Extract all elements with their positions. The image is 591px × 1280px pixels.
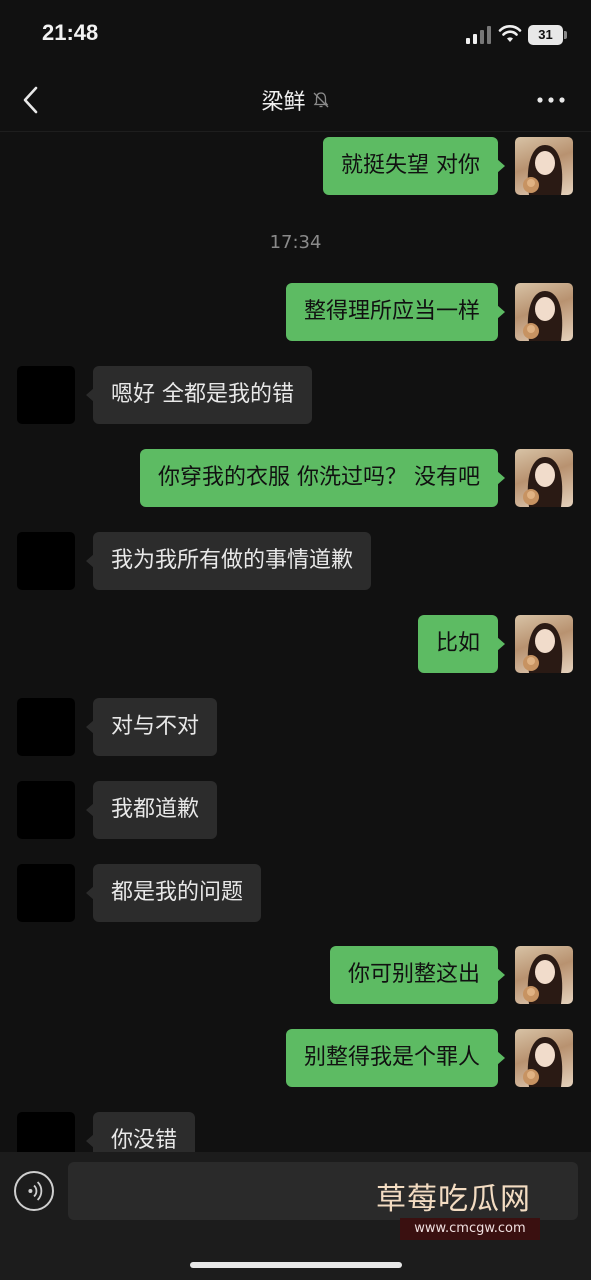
message-row: 别整得我是个罪人 bbox=[0, 1029, 591, 1087]
message-bubble[interactable]: 别整得我是个罪人 bbox=[285, 1029, 498, 1087]
bubble-tail bbox=[497, 305, 505, 319]
watermark: 草莓吃瓜网 bbox=[376, 1182, 531, 1217]
message-row: 你穿我的衣服 你洗过吗？ 没有吧 bbox=[0, 449, 591, 507]
watermark-url: www.cmcgw.com bbox=[400, 1218, 540, 1240]
message-row: 整得理所应当一样 bbox=[0, 283, 591, 341]
message-row: 我为我所有做的事情道歉 bbox=[0, 532, 591, 590]
message-bubble[interactable]: 我为我所有做的事情道歉 bbox=[93, 532, 372, 590]
bubble-tail bbox=[497, 968, 505, 982]
message-row: 嗯好 全都是我的错 bbox=[0, 366, 591, 424]
battery-icon: 31 bbox=[528, 25, 568, 45]
wifi-icon bbox=[498, 25, 522, 42]
chat-title: 梁鲜 bbox=[261, 90, 306, 115]
contact-avatar[interactable] bbox=[17, 532, 75, 590]
home-indicator bbox=[190, 1262, 402, 1268]
voice-icon[interactable] bbox=[14, 1171, 54, 1211]
message-bubble[interactable]: 你穿我的衣服 你洗过吗？ 没有吧 bbox=[140, 449, 498, 507]
contact-avatar[interactable] bbox=[17, 698, 75, 756]
my-avatar[interactable] bbox=[515, 1029, 573, 1087]
my-avatar[interactable] bbox=[515, 946, 573, 1004]
message-bubble[interactable]: 你可别整这出 bbox=[329, 946, 498, 1004]
bubble-tail bbox=[497, 159, 505, 173]
my-avatar[interactable] bbox=[515, 283, 573, 341]
signal-icon bbox=[466, 26, 491, 44]
my-avatar[interactable] bbox=[515, 449, 573, 507]
bubble-tail bbox=[497, 471, 505, 485]
message-bubble[interactable]: 对与不对 bbox=[93, 698, 218, 756]
contact-avatar[interactable] bbox=[17, 864, 75, 922]
my-avatar[interactable] bbox=[515, 615, 573, 673]
message-row: 对与不对 bbox=[0, 698, 591, 756]
message-row: 都是我的问题 bbox=[0, 864, 591, 922]
message-row: 我都道歉 bbox=[0, 781, 591, 839]
input-bar: 草莓吃瓜网 www.cmcgw.com bbox=[0, 1152, 591, 1280]
message-bubble[interactable]: 嗯好 全都是我的错 bbox=[93, 366, 312, 424]
battery-level: 31 bbox=[538, 27, 553, 42]
more-dots-icon[interactable] bbox=[536, 96, 566, 104]
message-bubble[interactable]: 我都道歉 bbox=[93, 781, 218, 839]
bell-off-icon bbox=[313, 92, 328, 108]
status-time: 21:48 bbox=[42, 20, 99, 45]
chat-header: 梁鲜 bbox=[0, 70, 591, 132]
message-bubble[interactable]: 整得理所应当一样 bbox=[285, 283, 498, 341]
status-bar: 21:48 31 bbox=[0, 0, 591, 70]
message-row: 比如 bbox=[0, 615, 591, 673]
contact-avatar[interactable] bbox=[17, 366, 75, 424]
message-row: 你可别整这出 bbox=[0, 946, 591, 1004]
timestamp: 17:34 bbox=[269, 232, 322, 253]
my-avatar[interactable] bbox=[515, 137, 573, 195]
bubble-tail bbox=[497, 637, 505, 651]
chat-title-wrap: 梁鲜 bbox=[0, 84, 591, 116]
message-bubble[interactable]: 比如 bbox=[417, 615, 498, 673]
contact-avatar[interactable] bbox=[17, 781, 75, 839]
message-row: 就挺失望 对你 bbox=[0, 137, 591, 195]
message-bubble[interactable]: 都是我的问题 bbox=[93, 864, 262, 922]
message-bubble[interactable]: 就挺失望 对你 bbox=[323, 137, 498, 195]
bubble-tail bbox=[497, 1051, 505, 1065]
